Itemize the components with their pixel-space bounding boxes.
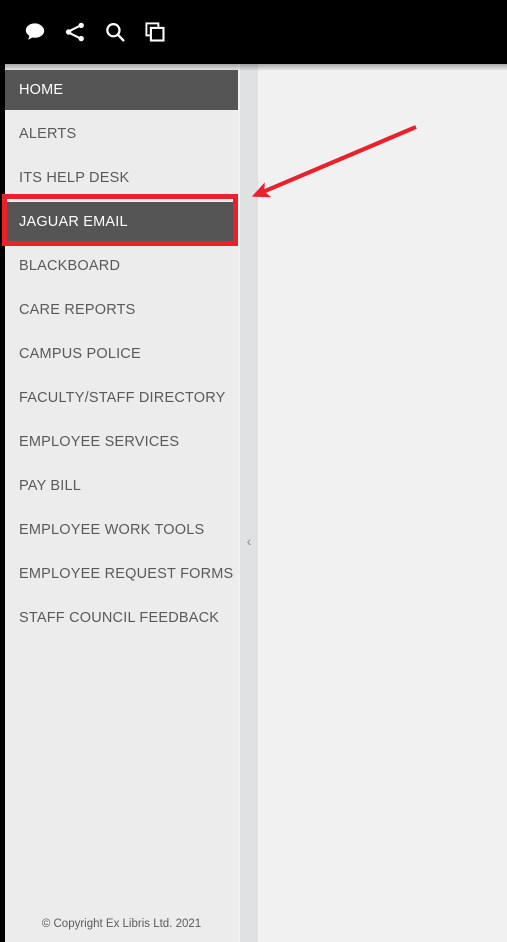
sidebar-item-staff-council-feedback[interactable]: STAFF COUNCIL FEEDBACK (5, 598, 238, 638)
top-toolbar (0, 0, 507, 64)
sidebar-collapse-button[interactable]: ‹ (240, 528, 258, 554)
sidebar-nav: HOME ALERTS ITS HELP DESK JAGUAR EMAIL B… (5, 70, 238, 642)
search-icon[interactable] (98, 15, 132, 49)
sidebar-divider (240, 64, 258, 942)
sidebar-item-care-reports[interactable]: CARE REPORTS (5, 290, 238, 330)
app-window: HOME ALERTS ITS HELP DESK JAGUAR EMAIL B… (0, 0, 507, 942)
sidebar-item-campus-police[interactable]: CAMPUS POLICE (5, 334, 238, 374)
sidebar-item-pay-bill[interactable]: PAY BILL (5, 466, 238, 506)
sidebar-item-employee-request-forms[interactable]: EMPLOYEE REQUEST FORMS (5, 554, 238, 594)
copy-icon[interactable] (138, 15, 172, 49)
sidebar-item-its-help-desk[interactable]: ITS HELP DESK (5, 158, 238, 198)
sidebar-item-home[interactable]: HOME (5, 70, 238, 110)
sidebar-item-blackboard[interactable]: BLACKBOARD (5, 246, 238, 286)
sidebar-item-jaguar-email[interactable]: JAGUAR EMAIL (5, 202, 238, 242)
sidebar-item-employee-work-tools[interactable]: EMPLOYEE WORK TOOLS (5, 510, 238, 550)
comment-icon[interactable] (18, 15, 52, 49)
chevron-left-icon: ‹ (246, 533, 252, 549)
sidebar: HOME ALERTS ITS HELP DESK JAGUAR EMAIL B… (5, 64, 238, 942)
sidebar-item-faculty-staff-directory[interactable]: FACULTY/STAFF DIRECTORY (5, 378, 238, 418)
left-gutter (0, 64, 5, 942)
sidebar-item-alerts[interactable]: ALERTS (5, 114, 238, 154)
share-icon[interactable] (58, 15, 92, 49)
main-content-panel (258, 64, 507, 942)
copyright-footer: © Copyright Ex Libris Ltd. 2021 (41, 918, 202, 930)
sidebar-item-employee-services[interactable]: EMPLOYEE SERVICES (5, 422, 238, 462)
